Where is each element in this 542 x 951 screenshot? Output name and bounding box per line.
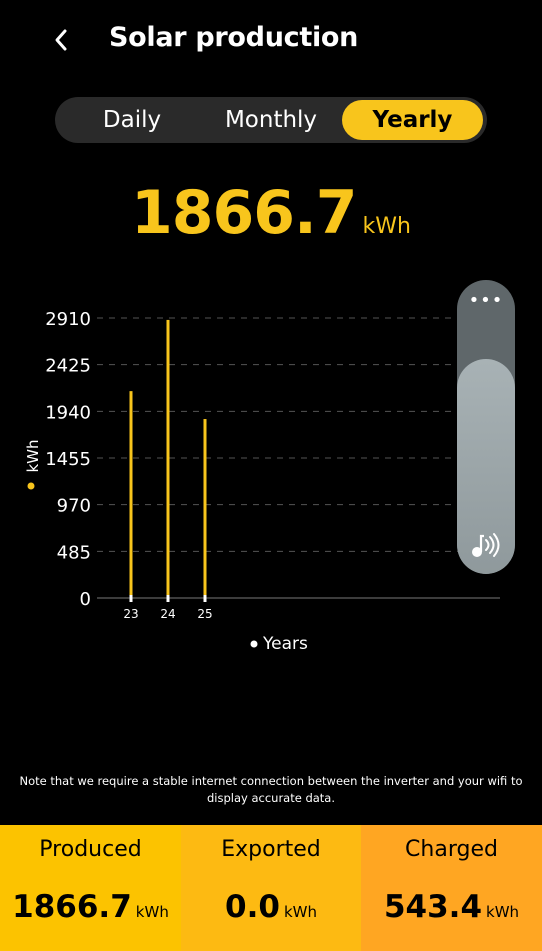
x-tick-mark xyxy=(203,595,207,602)
y-tick-label: 1940 xyxy=(45,402,91,423)
floating-panel: ••• xyxy=(457,280,515,574)
y-legend-dot xyxy=(27,482,35,490)
connection-note: Note that we require a stable internet c… xyxy=(19,774,523,805)
total-unit: kWh xyxy=(362,214,411,239)
y-axis-title: kWh xyxy=(24,439,42,472)
chevron-left-icon xyxy=(55,29,67,51)
y-tick-label: 0 xyxy=(80,589,91,610)
y-tick-label: 2425 xyxy=(45,356,91,377)
y-tick-label: 970 xyxy=(57,496,91,517)
music-note-icon xyxy=(472,533,500,557)
period-segmented-control: Daily Monthly Yearly xyxy=(55,97,487,143)
bar xyxy=(166,319,170,598)
stat-unit: kWh xyxy=(486,903,520,921)
y-tick-label: 485 xyxy=(57,542,91,563)
bar xyxy=(203,419,207,598)
page-title: Solar production xyxy=(109,22,359,53)
stat-value: 1866.7 xyxy=(12,889,132,925)
more-icon[interactable]: ••• xyxy=(457,292,515,310)
y-tick-label: 1455 xyxy=(45,449,91,470)
total-value: 1866.7 xyxy=(131,178,358,248)
x-legend-dot xyxy=(250,640,258,648)
header: Solar production xyxy=(0,0,542,80)
x-axis-title: Years xyxy=(262,634,308,654)
stat-value: 0.0 xyxy=(225,889,280,925)
bar xyxy=(129,391,133,598)
tab-monthly[interactable]: Monthly xyxy=(201,97,341,143)
y-tick-label: 2910 xyxy=(45,309,91,330)
x-tick-mark xyxy=(129,595,133,602)
stat-label: Charged xyxy=(405,837,498,862)
x-tick-label: 23 xyxy=(123,607,138,621)
tab-daily[interactable]: Daily xyxy=(63,97,201,143)
x-tick-label: 25 xyxy=(197,607,212,621)
stat-label: Exported xyxy=(221,837,321,862)
tab-yearly[interactable]: Yearly xyxy=(342,100,483,140)
x-tick-mark xyxy=(166,595,170,602)
stat-unit: kWh xyxy=(283,903,317,921)
volume-slider[interactable] xyxy=(457,359,515,574)
stat-produced: Produced 1866.7 kWh xyxy=(0,825,181,951)
stats-bar: Produced 1866.7 kWh Exported 0.0 kWh Charg… xyxy=(0,825,542,951)
back-button[interactable] xyxy=(44,20,78,60)
stat-value: 543.4 xyxy=(383,889,483,925)
stat-charged: Charged 543.4 kWh xyxy=(361,825,542,951)
stat-exported: Exported 0.0 kWh xyxy=(181,825,361,951)
total-production: 1866.7 kWh xyxy=(0,178,542,248)
stat-unit: kWh xyxy=(135,903,169,921)
stat-label: Produced xyxy=(39,837,142,862)
x-tick-label: 24 xyxy=(160,607,175,621)
